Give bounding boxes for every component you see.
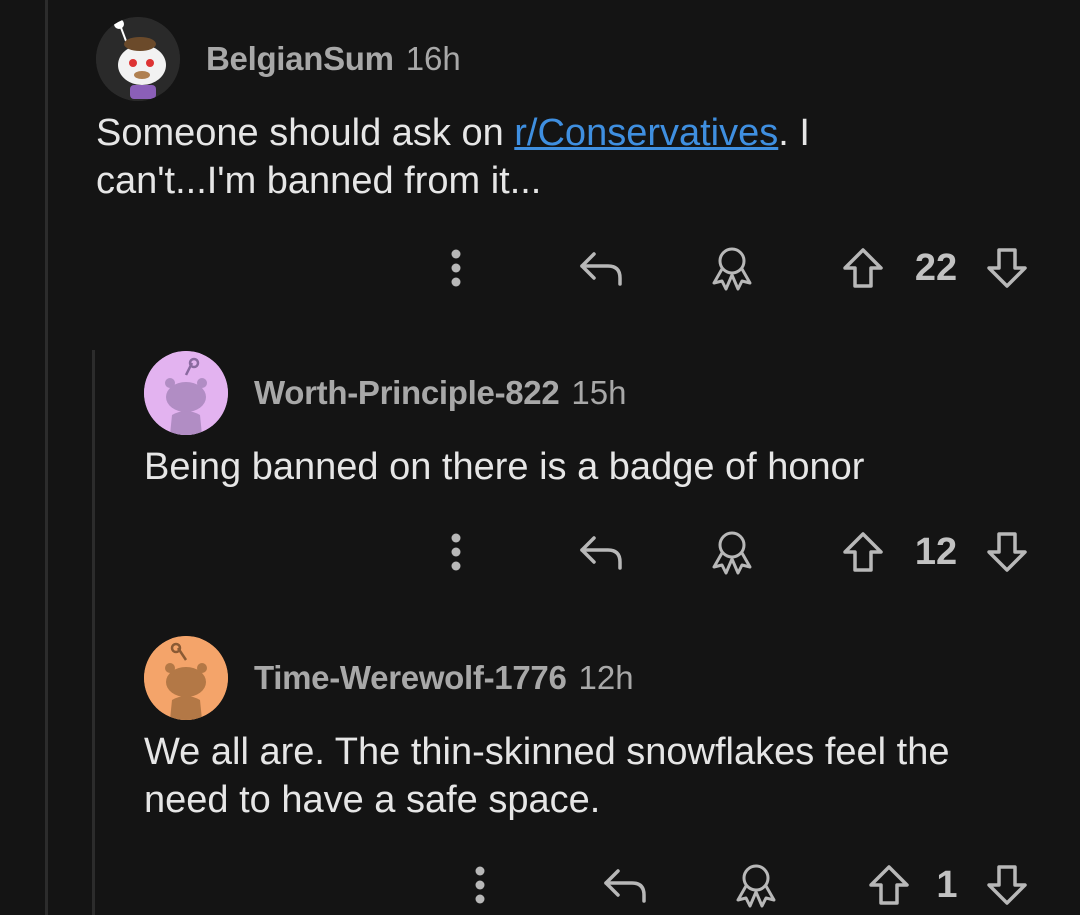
upvote-button[interactable] <box>838 522 888 582</box>
downvote-button[interactable] <box>982 855 1032 915</box>
comment-time: 12h <box>578 659 634 696</box>
downvote-icon <box>987 248 1027 288</box>
comment-header: Time-Werewolf-1776 12h <box>144 636 1064 720</box>
comment-body: Someone should ask on r/Conservatives. I… <box>96 109 956 205</box>
downvote-button[interactable] <box>982 238 1032 298</box>
reply-icon <box>580 536 622 570</box>
avatar[interactable] <box>144 351 228 435</box>
author-name[interactable]: Worth-Principle-822 <box>254 374 560 412</box>
comment-actions: 12 <box>0 522 1080 582</box>
award-button[interactable] <box>704 522 760 582</box>
thread-line-outer[interactable] <box>45 0 48 915</box>
comment-header: BelgianSum 16h <box>96 17 1056 101</box>
vote-score: 12 <box>914 530 958 573</box>
snoo-avatar-icon <box>144 636 228 720</box>
more-options-button[interactable] <box>460 855 500 915</box>
upvote-icon <box>869 865 909 905</box>
subreddit-link[interactable]: r/Conservatives <box>514 112 778 154</box>
downvote-icon <box>987 532 1027 572</box>
comment-body: We all are. The thin-skinned snowflakes … <box>144 731 950 821</box>
upvote-icon <box>843 248 883 288</box>
award-button[interactable] <box>704 238 760 298</box>
comment-time: 16h <box>405 40 461 77</box>
upvote-icon <box>843 532 883 572</box>
award-icon <box>712 247 752 291</box>
downvote-icon <box>987 865 1027 905</box>
author-name[interactable]: Time-Werewolf-1776 <box>254 659 567 697</box>
avatar[interactable] <box>144 636 228 720</box>
award-icon <box>736 864 776 908</box>
more-options-button[interactable] <box>436 522 476 582</box>
comment-header: Worth-Principle-822 15h <box>144 351 1064 435</box>
comment: Worth-Principle-822 15h Being banned on … <box>144 351 1064 491</box>
more-vertical-icon <box>475 866 485 904</box>
reply-icon <box>604 869 646 903</box>
comment-text: Someone should ask on <box>96 112 515 154</box>
upvote-button[interactable] <box>864 855 914 915</box>
comment-actions: 1 <box>0 855 1080 915</box>
author-name[interactable]: BelgianSum <box>206 40 394 78</box>
reply-button[interactable] <box>574 238 628 298</box>
avatar[interactable] <box>96 17 180 101</box>
snoo-avatar-icon <box>96 17 180 101</box>
vote-score: 22 <box>914 246 958 289</box>
award-button[interactable] <box>728 855 784 915</box>
comment-time: 15h <box>571 374 627 411</box>
reply-button[interactable] <box>598 855 652 915</box>
more-vertical-icon <box>451 249 461 287</box>
vote-score: 1 <box>936 863 958 906</box>
comment: BelgianSum 16h Someone should ask on r/C… <box>96 17 1056 205</box>
more-options-button[interactable] <box>436 238 476 298</box>
snoo-avatar-icon <box>144 351 228 435</box>
downvote-button[interactable] <box>982 522 1032 582</box>
comment: Time-Werewolf-1776 12h We all are. The t… <box>144 636 1064 824</box>
more-vertical-icon <box>451 533 461 571</box>
award-icon <box>712 531 752 575</box>
comment-actions: 22 <box>0 238 1080 298</box>
reply-icon <box>580 252 622 286</box>
upvote-button[interactable] <box>838 238 888 298</box>
thread-line-nested[interactable] <box>92 350 95 915</box>
comment-body: Being banned on there is a badge of hono… <box>144 446 865 488</box>
reply-button[interactable] <box>574 522 628 582</box>
